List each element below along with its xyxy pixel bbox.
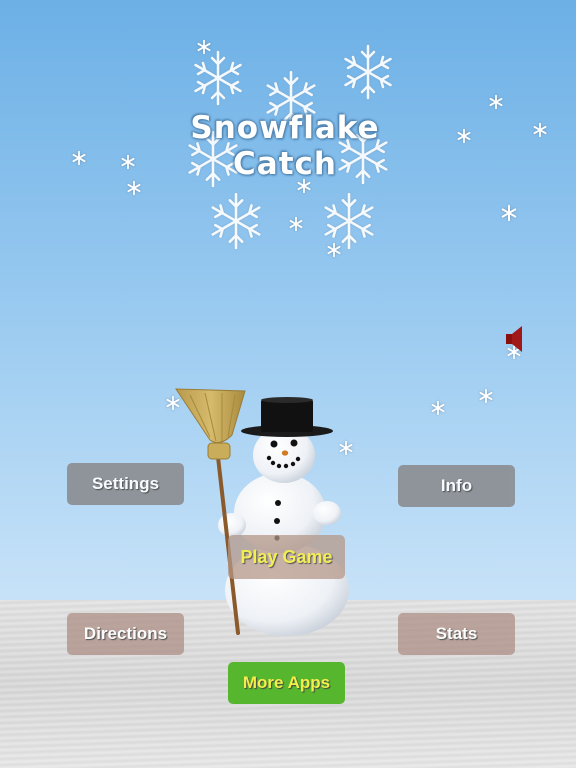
snowflake-icon <box>327 242 341 258</box>
snowflake-icon <box>431 400 445 416</box>
snowflake-icon <box>211 192 261 250</box>
title-line-2: Catch <box>233 146 337 182</box>
snowflake-icon <box>194 50 242 106</box>
more-apps-button[interactable]: More Apps <box>228 662 345 704</box>
game-title-screen: Snowflake Catch Settings Info Play Game … <box>0 0 576 768</box>
snowflake-icon <box>72 150 86 166</box>
snowflake-icon <box>297 178 311 194</box>
title-line-1: Snowflake <box>190 110 380 146</box>
snowflake-icon <box>344 44 392 100</box>
snowflake-icon <box>489 94 503 110</box>
snowflake-icon <box>289 216 303 232</box>
snowflake-icon <box>479 388 493 404</box>
snowflake-icon <box>533 122 547 138</box>
snowflake-icon <box>501 204 517 222</box>
info-button[interactable]: Info <box>398 465 515 507</box>
snowflake-icon <box>197 39 211 55</box>
snowflake-icon <box>127 180 141 196</box>
game-title: Snowflake Catch <box>160 110 410 182</box>
snowflake-icon <box>121 154 135 170</box>
play-game-button[interactable]: Play Game <box>228 535 345 579</box>
settings-button[interactable]: Settings <box>67 463 184 505</box>
speaker-icon[interactable] <box>504 325 524 355</box>
snowman-with-broom <box>175 388 349 636</box>
stats-button[interactable]: Stats <box>398 613 515 655</box>
snowflake-icon <box>457 128 471 144</box>
directions-button[interactable]: Directions <box>67 613 184 655</box>
